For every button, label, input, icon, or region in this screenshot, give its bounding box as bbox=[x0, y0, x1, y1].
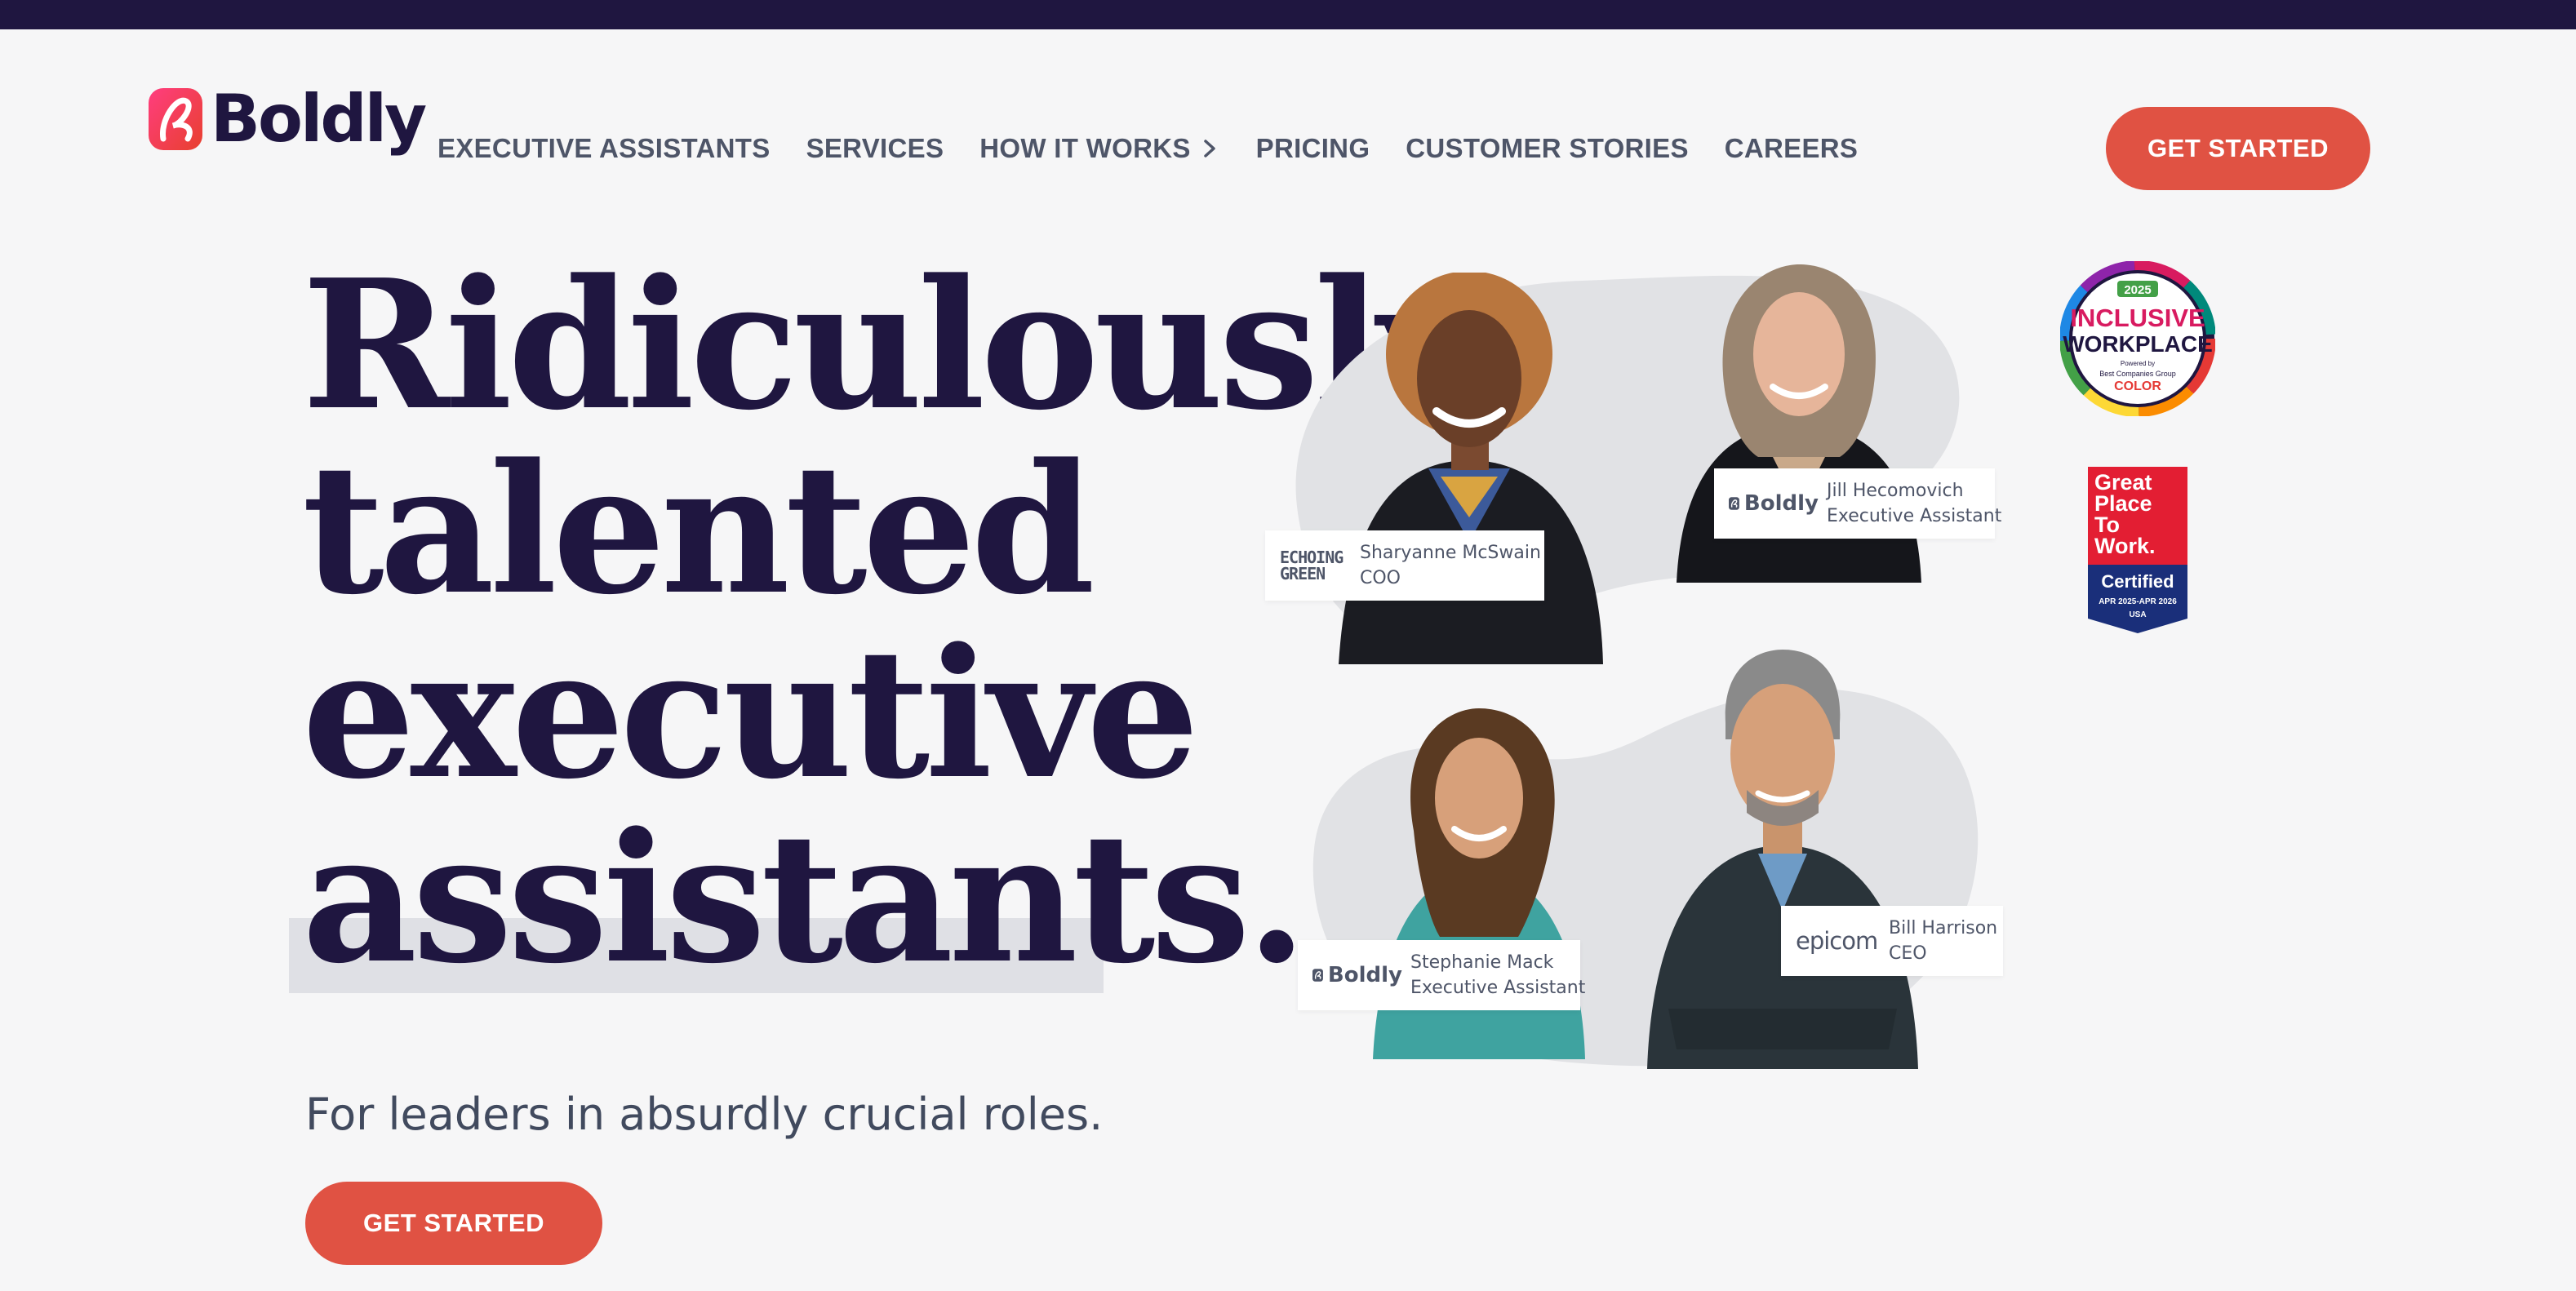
nav-how-it-works[interactable]: HOW IT WORKS bbox=[979, 133, 1219, 164]
boldly-logo[interactable]: Boldly bbox=[149, 81, 427, 157]
person-info: Jill Hecomovich Executive Assistant bbox=[1827, 478, 2001, 529]
badge-line-1: INCLUSIVE bbox=[2070, 304, 2205, 332]
person-photo-sharyanne bbox=[1339, 273, 1603, 664]
person-photo-bill bbox=[1647, 650, 1918, 1069]
hero-subtitle: For leaders in absurdly crucial roles. bbox=[305, 1089, 1104, 1140]
company-logo-text: ECHOING GREEN bbox=[1280, 548, 1344, 583]
person-info: Stephanie Mack Executive Assistant bbox=[1410, 950, 1585, 1000]
person-card-jill: Boldly Jill Hecomovich Executive Assista… bbox=[1714, 468, 2001, 539]
hero-headline: Ridiculously talented executive assistan… bbox=[302, 241, 1480, 1003]
badge-org: Best Companies Group bbox=[2099, 370, 2176, 378]
headline-line-1: Ridiculously bbox=[302, 241, 1480, 450]
top-announcement-bar bbox=[0, 0, 2576, 29]
boldly-small-logo: Boldly bbox=[1312, 963, 1402, 987]
person-info: Bill Harrison CEO bbox=[1889, 916, 1997, 966]
gptw-dates: APR 2025-APR 2026 bbox=[2099, 597, 2177, 606]
boldly-small-logo: Boldly bbox=[1729, 491, 1819, 516]
person-role: COO bbox=[1360, 568, 1401, 588]
chevron-right-icon bbox=[1203, 140, 1215, 157]
person-role: CEO bbox=[1889, 943, 1927, 964]
badge-org-suffix: COLOR bbox=[2114, 379, 2161, 393]
nav-services[interactable]: SERVICES bbox=[806, 133, 944, 164]
nav-careers[interactable]: CAREERS bbox=[1725, 133, 1858, 164]
boldly-mark-icon bbox=[1312, 969, 1323, 982]
nav-customer-stories[interactable]: CUSTOMER STORIES bbox=[1406, 133, 1688, 164]
person-name: Sharyanne McSwain bbox=[1360, 543, 1541, 563]
company-logo-text: Boldly bbox=[1327, 963, 1402, 987]
headline-line-3: executive bbox=[302, 610, 1199, 819]
headline-line-4: assistants. bbox=[302, 794, 1308, 1003]
main-nav: EXECUTIVE ASSISTANTS SERVICES HOW IT WOR… bbox=[437, 101, 1858, 196]
person-info: Sharyanne McSwain COO bbox=[1360, 540, 1541, 591]
company-logo-text: epicom bbox=[1796, 927, 1878, 955]
badge-line-2: WORKPLACE bbox=[2063, 331, 2213, 357]
great-place-to-work-badge[interactable]: Great Place To Work. Certified APR 2025-… bbox=[2088, 467, 2187, 633]
person-card-stephanie: Boldly Stephanie Mack Executive Assistan… bbox=[1298, 940, 1585, 1010]
header-get-started-button[interactable]: GET STARTED bbox=[2106, 107, 2370, 190]
nav-pricing[interactable]: PRICING bbox=[1256, 133, 1370, 164]
nav-how-it-works-label: HOW IT WORKS bbox=[979, 133, 1191, 163]
headline-line-2: talented bbox=[302, 425, 1095, 634]
badge-year: 2025 bbox=[2124, 283, 2151, 297]
person-name: Jill Hecomovich bbox=[1827, 481, 1964, 501]
nav-executive-assistants[interactable]: EXECUTIVE ASSISTANTS bbox=[437, 133, 771, 164]
gptw-certified: Certified bbox=[2101, 571, 2174, 592]
logo-wordmark: Boldly bbox=[211, 81, 427, 157]
hero-get-started-button[interactable]: GET STARTED bbox=[305, 1182, 602, 1265]
gptw-line-4: Work. bbox=[2094, 534, 2156, 558]
gptw-country: USA bbox=[2129, 610, 2146, 619]
person-name: Bill Harrison bbox=[1889, 918, 1998, 938]
person-card-bill: epicom Bill Harrison CEO bbox=[1781, 906, 2003, 976]
boldly-mark-icon bbox=[1729, 497, 1739, 510]
person-role: Executive Assistant bbox=[1827, 506, 2002, 526]
boldly-logo-icon bbox=[149, 88, 202, 150]
person-role: Executive Assistant bbox=[1410, 978, 1586, 998]
inclusive-workplace-badge[interactable]: 2025 INCLUSIVE WORKPLACE Powered by Best… bbox=[2060, 261, 2215, 416]
epicom-logo: epicom bbox=[1796, 927, 1884, 955]
person-name: Stephanie Mack bbox=[1410, 952, 1554, 973]
company-logo-text: Boldly bbox=[1743, 491, 1819, 516]
person-card-sharyanne: ECHOING GREEN Sharyanne McSwain COO bbox=[1265, 530, 1544, 601]
echoing-green-logo: ECHOING GREEN bbox=[1280, 549, 1353, 582]
site-header: Boldly EXECUTIVE ASSISTANTS SERVICES HOW… bbox=[0, 29, 2576, 212]
badge-powered-by: Powered by bbox=[2121, 360, 2155, 367]
